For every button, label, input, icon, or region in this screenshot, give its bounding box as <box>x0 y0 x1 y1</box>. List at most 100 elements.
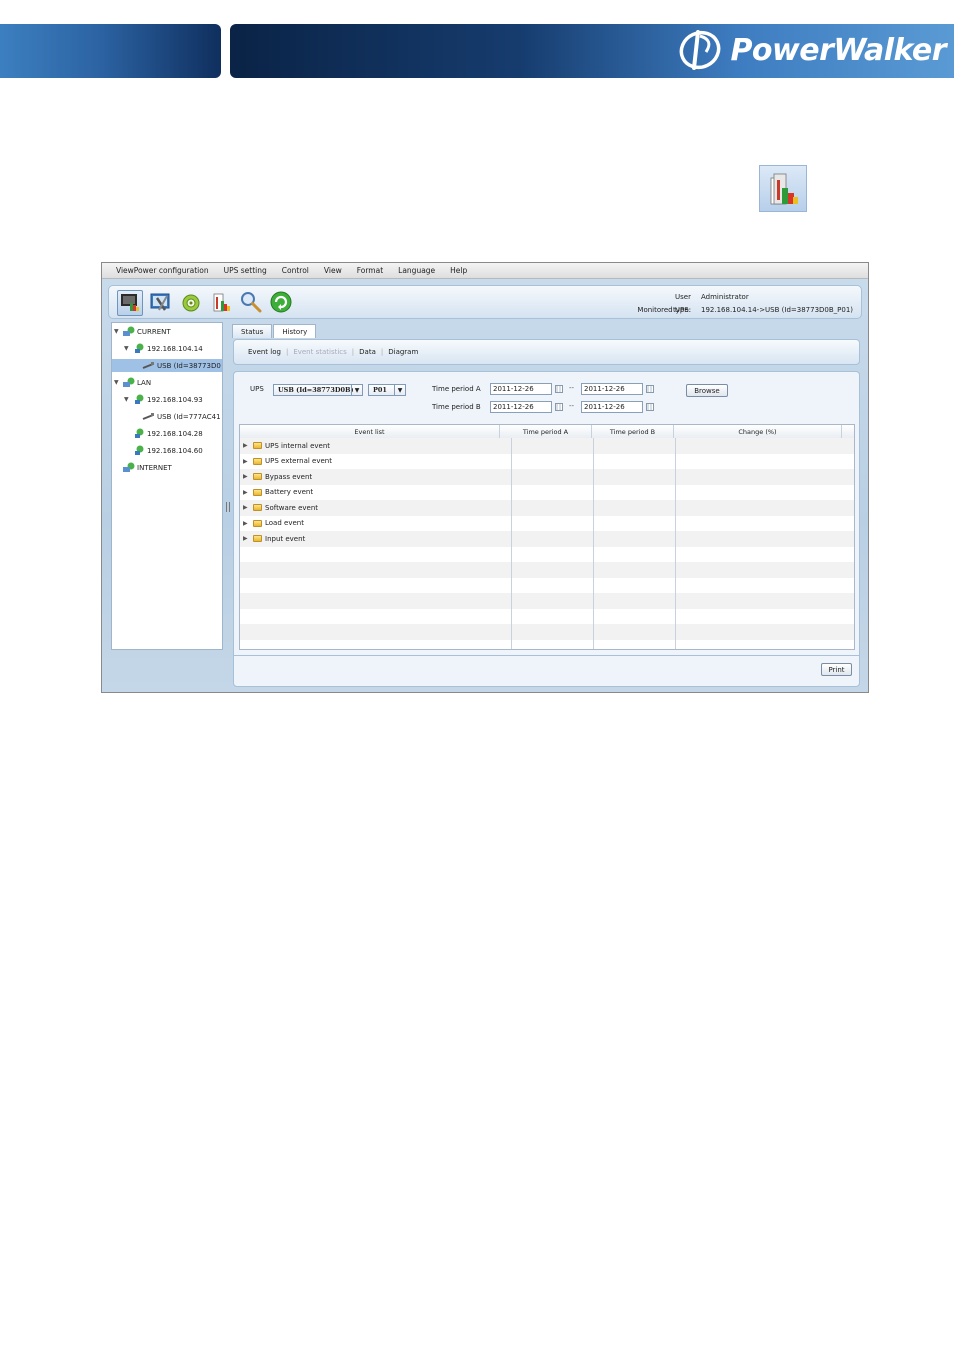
expand-arrow-icon[interactable]: ▶ <box>243 473 251 480</box>
menu-help[interactable]: Help <box>450 266 467 275</box>
tree-node-internet[interactable]: INTERNET <box>122 461 172 474</box>
period-b-from-field[interactable]: 2011-12-26 <box>490 401 552 413</box>
menu-ups-setting[interactable]: UPS setting <box>224 266 267 275</box>
expand-arrow-icon[interactable]: ▼ <box>124 345 132 352</box>
tree-node-current[interactable]: ▼ CURRENT <box>114 325 171 338</box>
tree-node-lan-ip2[interactable]: 192.168.104.28 <box>132 427 203 440</box>
empty-row <box>240 578 854 594</box>
table-row[interactable]: ▶ Bypass event <box>240 469 854 485</box>
row-label: Load event <box>265 519 304 528</box>
tools-icon[interactable] <box>149 290 175 316</box>
subtab-event-log[interactable]: Event log <box>248 348 281 356</box>
footer-divider <box>234 655 859 656</box>
calendar-icon[interactable] <box>555 403 563 411</box>
tree-node-lan[interactable]: ▼ LAN <box>114 376 151 389</box>
browse-button[interactable]: Browse <box>686 384 728 397</box>
calendar-icon[interactable] <box>646 385 654 393</box>
port-select[interactable]: P01 ▼ <box>368 384 406 396</box>
folder-icon <box>253 488 262 496</box>
network-icon <box>123 377 135 387</box>
table-row[interactable]: ▶ UPS external event <box>240 454 854 470</box>
refresh-icon[interactable] <box>269 290 295 316</box>
range-separator: -- <box>569 384 575 392</box>
tree-node-current-usb[interactable]: USB (Id=38773D0 <box>112 359 222 372</box>
subtab-data[interactable]: Data <box>359 348 376 356</box>
expand-arrow-icon[interactable]: ▶ <box>243 442 251 449</box>
calendar-icon[interactable] <box>555 385 563 393</box>
tab-status[interactable]: Status <box>232 324 273 338</box>
tree-node-lan-usb[interactable]: USB (Id=777AC41 <box>142 410 221 423</box>
gear-icon[interactable] <box>179 290 205 316</box>
tree-label-lan: LAN <box>137 378 152 387</box>
column-header-event-list[interactable]: Event list <box>240 425 500 438</box>
expand-arrow-icon[interactable]: ▶ <box>243 489 251 496</box>
history-icon[interactable] <box>209 290 235 316</box>
tree-node-lan-ip3[interactable]: 192.168.104.60 <box>132 444 203 457</box>
menu-control[interactable]: Control <box>282 266 309 275</box>
monitor-icon[interactable] <box>117 290 143 316</box>
folder-icon <box>253 504 262 512</box>
expand-arrow-icon[interactable]: ▶ <box>243 520 251 527</box>
column-header-period-a[interactable]: Time period A <box>500 425 592 438</box>
brand-name: PowerWalker <box>730 32 946 68</box>
tab-history[interactable]: History <box>273 324 317 338</box>
tree-label-current: CURRENT <box>137 327 171 336</box>
expand-arrow-icon[interactable]: ▶ <box>243 504 251 511</box>
user-type-value: Administrator <box>701 293 749 301</box>
tree-node-lan-ip1[interactable]: ▼ 192.168.104.93 <box>124 393 203 406</box>
expand-arrow-icon[interactable]: ▶ <box>243 535 251 542</box>
power-logo-icon <box>680 30 721 70</box>
table-row[interactable]: ▶ Software event <box>240 500 854 516</box>
menu-view[interactable]: View <box>324 266 342 275</box>
row-label: UPS internal event <box>265 441 331 450</box>
column-header-period-b[interactable]: Time period B <box>592 425 674 438</box>
port-select-value: P01 <box>373 386 387 394</box>
print-button[interactable]: Print <box>821 663 852 676</box>
subtab-event-statistics[interactable]: Event statistics <box>293 348 346 356</box>
calendar-icon[interactable] <box>646 403 654 411</box>
row-label: Software event <box>265 503 319 512</box>
monitored-ups-label: Monitored UPS: <box>637 306 691 314</box>
event-table: Event list Time period A Time period B C… <box>239 424 855 650</box>
search-icon[interactable] <box>239 290 265 316</box>
table-row[interactable]: ▶ UPS internal event <box>240 438 854 454</box>
column-divider <box>593 438 594 649</box>
subtab-diagram[interactable]: Diagram <box>388 348 418 356</box>
usb-icon <box>142 362 154 369</box>
menu-format[interactable]: Format <box>357 266 383 275</box>
tree-label-internet: INTERNET <box>137 463 172 472</box>
ups-select[interactable]: USB (Id=38773D0B) ▼ <box>273 384 363 396</box>
period-a-from-field[interactable]: 2011-12-26 <box>490 383 552 395</box>
tree-node-current-ip[interactable]: ▼ 192.168.104.14 <box>124 342 203 355</box>
computer-icon <box>135 428 144 438</box>
folder-icon <box>253 519 262 527</box>
expand-arrow-icon[interactable]: ▼ <box>114 328 122 335</box>
history-chart-icon <box>759 165 807 212</box>
row-label: Input event <box>265 534 306 543</box>
ups-select-value: USB (Id=38773D0B) <box>278 386 354 394</box>
table-row[interactable]: ▶ Input event <box>240 531 854 547</box>
table-row[interactable]: ▶ Battery event <box>240 485 854 501</box>
monitored-ups-value: 192.168.104.14->USB (Id=38773D0B_P01) <box>701 306 854 314</box>
expand-arrow-icon[interactable]: ▼ <box>114 379 122 386</box>
chevron-down-icon[interactable]: ▼ <box>351 385 362 395</box>
expand-arrow-icon[interactable]: ▼ <box>124 396 132 403</box>
folder-icon <box>253 457 262 465</box>
column-header-change[interactable]: Change (%) <box>674 425 842 438</box>
menu-language[interactable]: Language <box>398 266 435 275</box>
toolbar: User type: Monitored UPS: Administrator … <box>108 285 862 319</box>
brand-logo: PowerWalker <box>676 26 946 74</box>
expand-arrow-icon[interactable]: ▶ <box>243 458 251 465</box>
ups-label: UPS <box>250 385 264 393</box>
panel-splitter[interactable] <box>224 322 230 650</box>
period-b-to-field[interactable]: 2011-12-26 <box>581 401 643 413</box>
computer-icon <box>135 445 144 455</box>
column-divider <box>675 438 676 649</box>
period-a-to-field[interactable]: 2011-12-26 <box>581 383 643 395</box>
chevron-down-icon[interactable]: ▼ <box>394 385 405 395</box>
history-subtabs: Event log | Event statistics | Data | Di… <box>233 339 860 365</box>
monitored-label-wrap: Monitored UPS: <box>621 304 691 317</box>
menu-viewpower-configuration[interactable]: ViewPower configuration <box>116 266 209 275</box>
table-row[interactable]: ▶ Load event <box>240 516 854 532</box>
tree-label-lan-ip2: 192.168.104.28 <box>147 429 203 438</box>
